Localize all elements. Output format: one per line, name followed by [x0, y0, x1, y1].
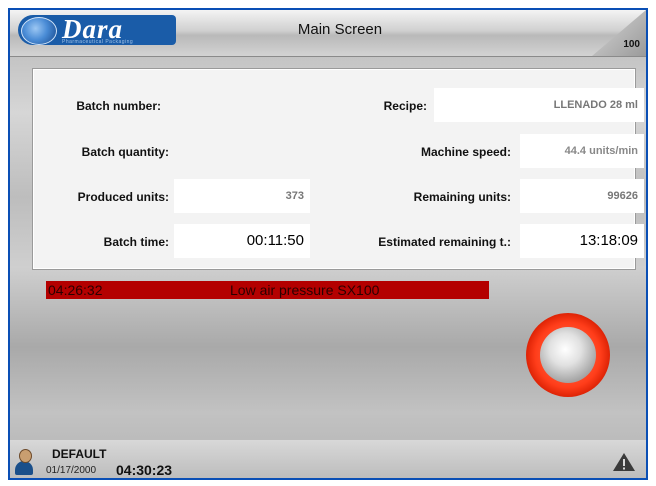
recipe-field[interactable]: LLENADO 28 ml [434, 88, 644, 122]
batch-number-label: Batch number: [76, 99, 161, 113]
estimated-remaining-field: 13:18:09 [520, 224, 644, 258]
logo-subtext: Pharmaceutical Packaging [62, 39, 134, 45]
recipe-label: Recipe: [383, 99, 427, 113]
logo-swirl-icon [21, 17, 57, 45]
produced-units-label: Produced units: [77, 190, 169, 204]
alarm-time: 04:26:32 [48, 282, 103, 298]
start-stop-button[interactable] [526, 313, 610, 397]
machine-speed-label: Machine speed: [420, 145, 511, 159]
batch-quantity-label: Batch quantity: [81, 145, 169, 159]
user-icon-body [15, 461, 33, 475]
machine-speed-field: 44.4 units/min [520, 134, 644, 168]
current-user: DEFAULT [52, 447, 107, 461]
produced-units-field: 373 [174, 179, 310, 213]
main-screen: Dara Pharmaceutical Packaging Main Scree… [10, 10, 646, 478]
user-icon[interactable] [14, 448, 34, 476]
batch-time-label: Batch time: [103, 235, 169, 249]
batch-quantity-field[interactable] [174, 134, 310, 168]
hmi-window: Dara Pharmaceutical Packaging Main Scree… [8, 8, 648, 480]
batch-time-field: 00:11:50 [174, 224, 310, 258]
alarm-message: Low air pressure SX100 [230, 282, 380, 298]
warning-icon[interactable] [612, 452, 636, 472]
remaining-units-field: 99626 [520, 179, 644, 213]
start-stop-button-core [540, 327, 596, 383]
estimated-remaining-label: Estimated remaining t.: [378, 235, 511, 249]
user-icon-head [19, 449, 32, 463]
remaining-units-label: Remaining units: [413, 190, 511, 204]
batch-info-panel: Batch number: Recipe: LLENADO 28 ml Batc… [32, 68, 644, 270]
current-time: 04:30:23 [116, 462, 173, 478]
current-date: 01/17/2000 [46, 465, 97, 476]
screen-number: 100 [623, 39, 640, 50]
status-bar: DEFAULT 01/17/2000 04:30:23 [10, 440, 646, 478]
page-title: Main Screen [297, 21, 383, 38]
batch-number-field[interactable] [174, 88, 310, 122]
dara-logo: Dara Pharmaceutical Packaging [18, 14, 180, 51]
header-bar: Dara Pharmaceutical Packaging Main Scree… [10, 10, 646, 57]
alarm-banner[interactable]: 04:26:32 Low air pressure SX100 [46, 281, 489, 299]
